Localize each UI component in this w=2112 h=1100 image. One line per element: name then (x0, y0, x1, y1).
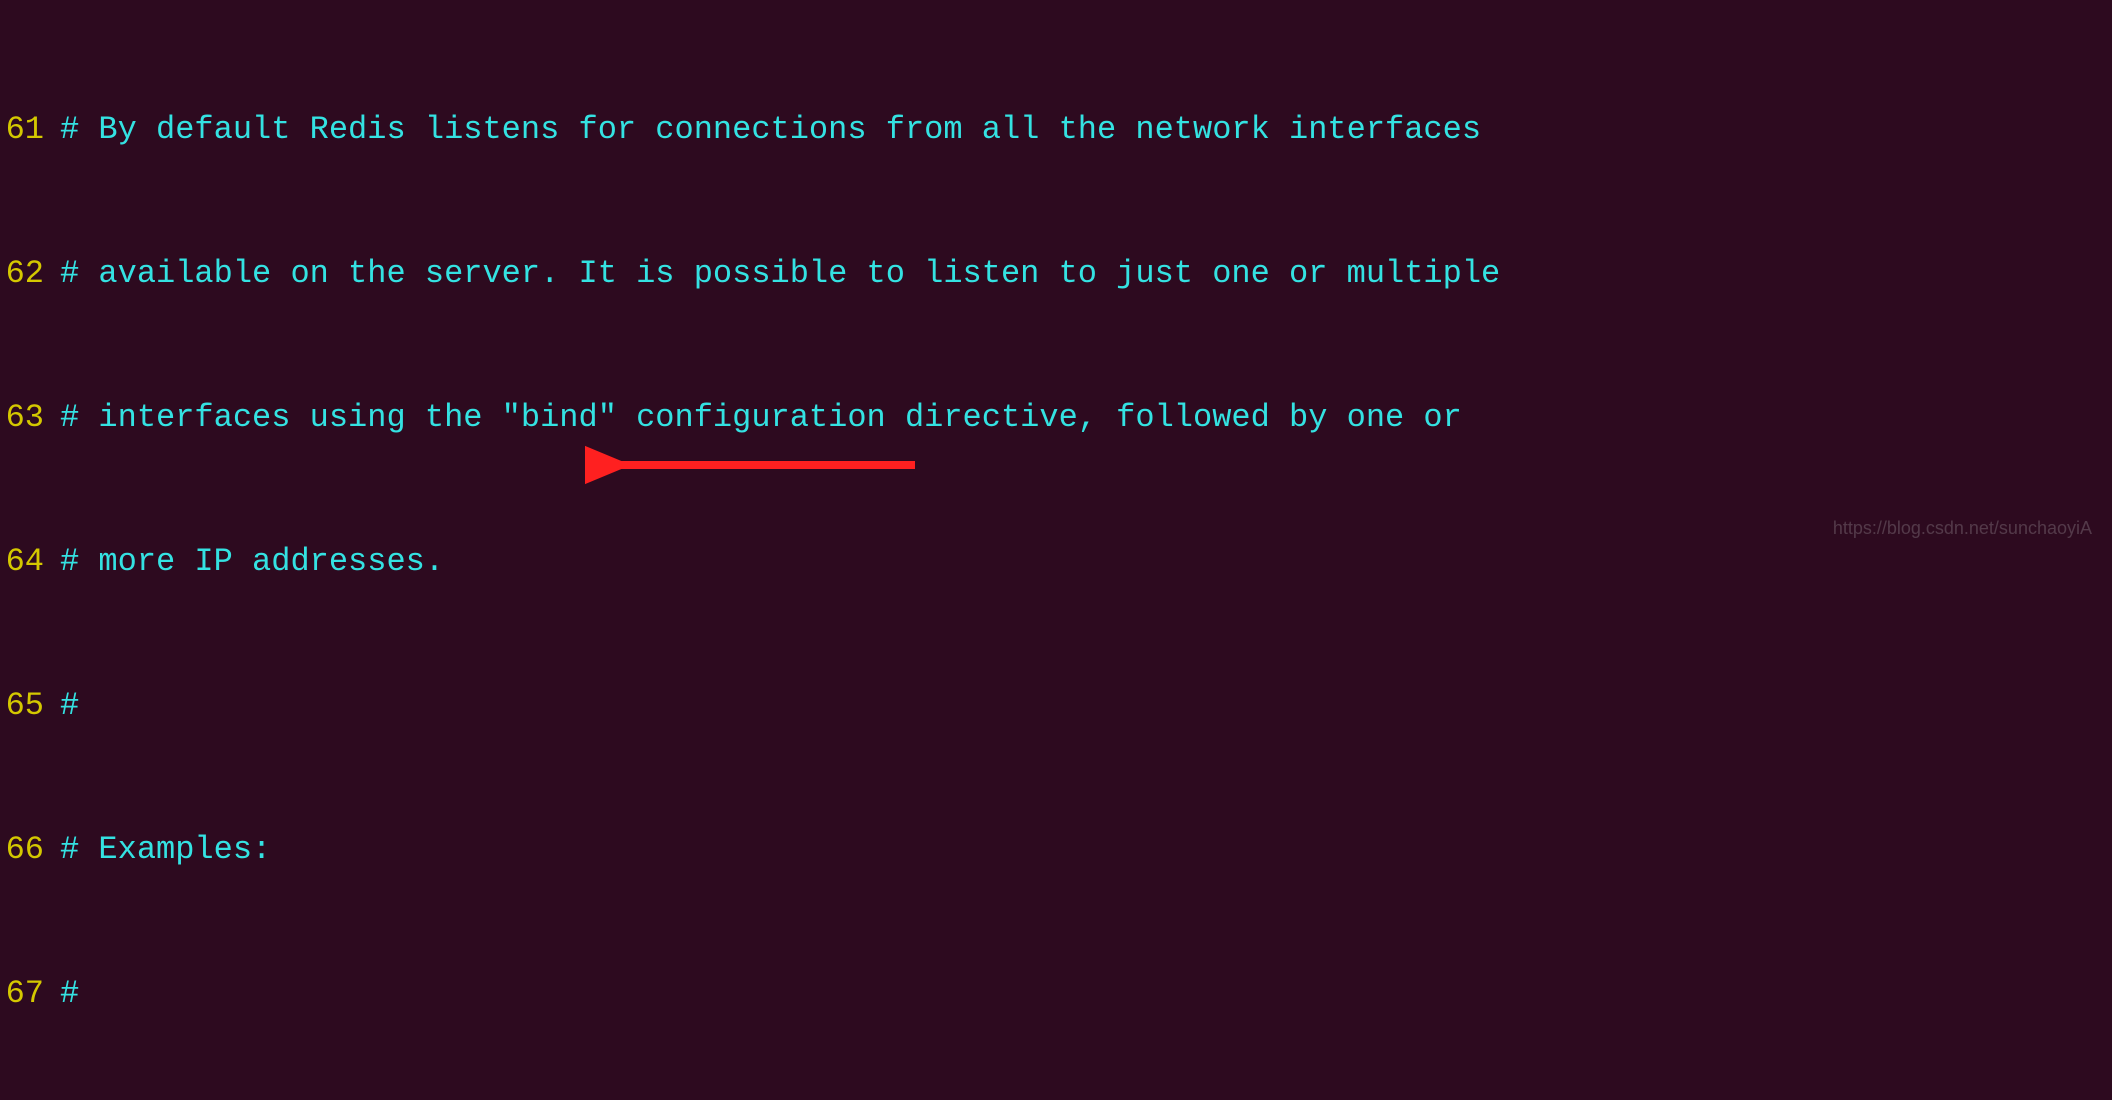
line-number: 62 (0, 250, 60, 298)
code-line: 61 # By default Redis listens for connec… (0, 106, 2112, 154)
code-line: 63 # interfaces using the "bind" configu… (0, 394, 2112, 442)
code-line: 66 # Examples: (0, 826, 2112, 874)
code-editor[interactable]: 61 # By default Redis listens for connec… (0, 10, 2112, 1100)
line-number: 67 (0, 970, 60, 1018)
line-content: # By default Redis listens for connectio… (60, 106, 1481, 154)
watermark-text: https://blog.csdn.net/sunchaoyiA (1833, 515, 2092, 542)
line-content: # (60, 970, 79, 1018)
line-content: # (60, 682, 79, 730)
line-number: 61 (0, 106, 60, 154)
line-number: 64 (0, 538, 60, 586)
line-number: 65 (0, 682, 60, 730)
code-line: 65 # (0, 682, 2112, 730)
code-line: 67 # (0, 970, 2112, 1018)
line-content: # interfaces using the "bind" configurat… (60, 394, 1462, 442)
line-content: # Examples: (60, 826, 271, 874)
code-line: 62 # available on the server. It is poss… (0, 250, 2112, 298)
line-number: 63 (0, 394, 60, 442)
line-number: 66 (0, 826, 60, 874)
code-line: 64 # more IP addresses. (0, 538, 2112, 586)
line-content: # available on the server. It is possibl… (60, 250, 1500, 298)
line-content: # more IP addresses. (60, 538, 444, 586)
